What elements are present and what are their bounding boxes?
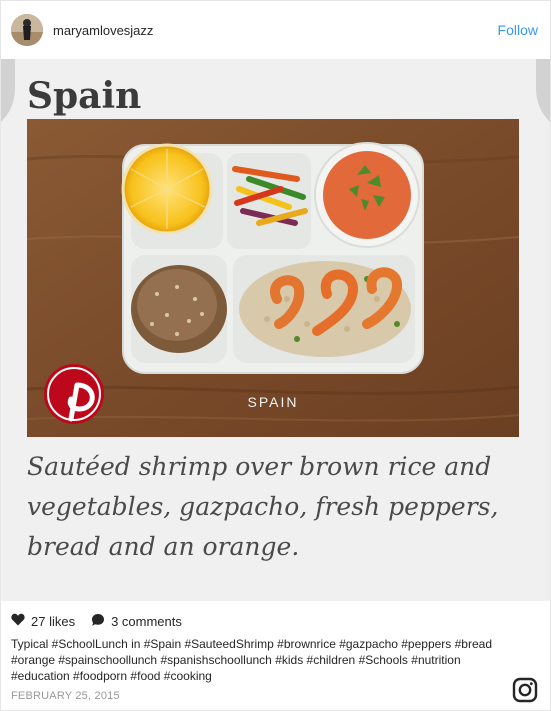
- username-link[interactable]: maryamlovesjazz: [53, 23, 153, 38]
- comment-bubble-icon[interactable]: [91, 613, 105, 630]
- avatar-image: [11, 14, 43, 46]
- avatar[interactable]: [11, 14, 43, 46]
- instagram-icon[interactable]: [512, 677, 538, 703]
- post-description: Typical #SchoolLunch in #Spain #SauteedS…: [11, 637, 492, 683]
- lunch-tray-photo: SPAIN: [27, 119, 519, 437]
- photo-label: SPAIN: [248, 394, 299, 410]
- left-arc-decoration: [1, 59, 15, 135]
- image-caption: Sautéed shrimp over brown rice and veget…: [27, 452, 499, 561]
- instagram-embed-card: maryamlovesjazz Follow Spain SPAIN Sauté…: [0, 0, 551, 711]
- right-arc-decoration: [536, 59, 550, 135]
- likes-count[interactable]: 27 likes: [31, 614, 75, 629]
- heart-icon[interactable]: [11, 613, 25, 629]
- pinterest-icon: [44, 364, 104, 424]
- engagement-stats: 27 likes 3 comments: [11, 613, 198, 629]
- post-header: maryamlovesjazz Follow: [1, 1, 550, 60]
- image-heading: Spain: [27, 75, 142, 117]
- post-date: FEBRUARY 25, 2015: [11, 690, 120, 702]
- post-image[interactable]: Spain SPAIN Sautéed shrimp over brown ri…: [1, 59, 550, 601]
- comments-count[interactable]: 3 comments: [111, 614, 182, 629]
- follow-button[interactable]: Follow: [498, 22, 538, 38]
